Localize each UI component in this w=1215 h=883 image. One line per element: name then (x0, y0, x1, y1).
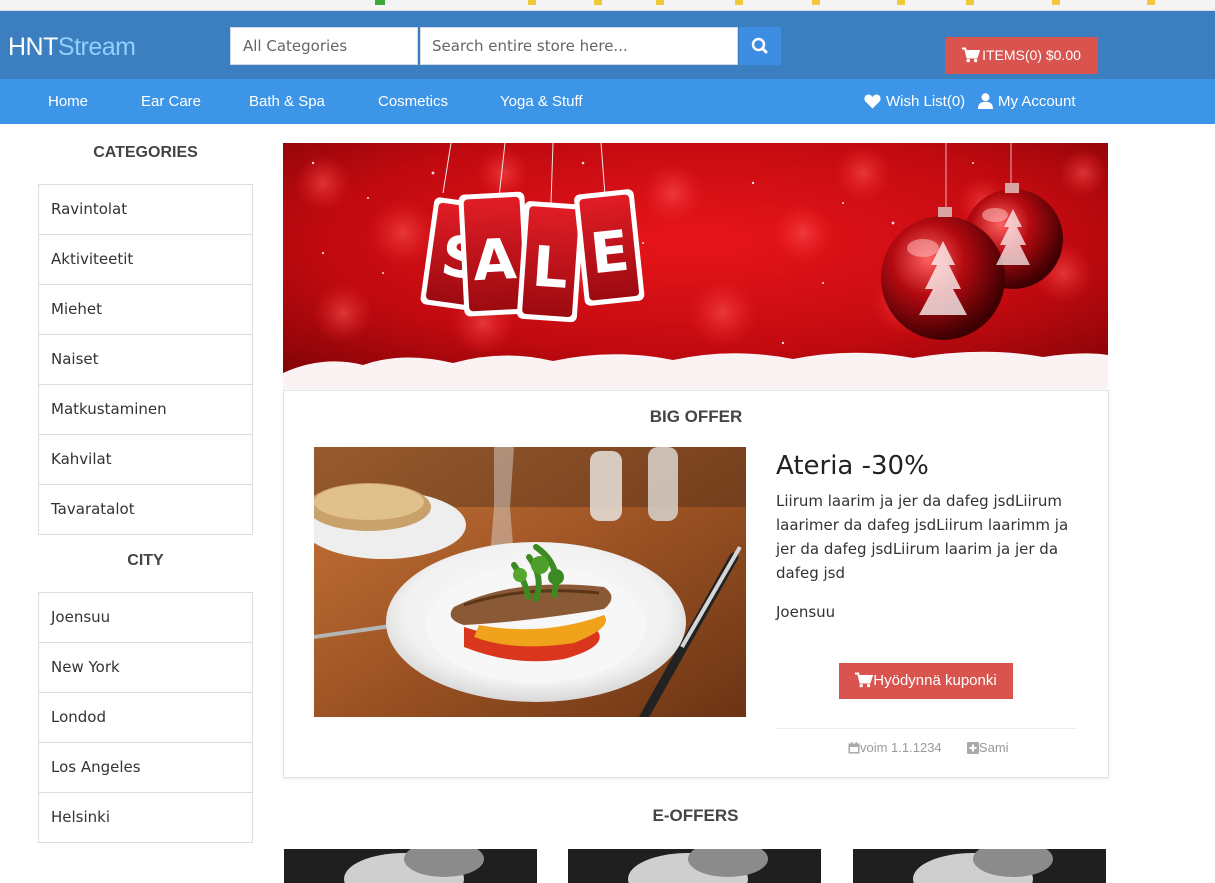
wishlist-link[interactable]: Wish List(0) (864, 79, 965, 124)
city-item[interactable]: Joensuu (39, 593, 252, 642)
sale-banner-image: S A L E (283, 143, 1108, 389)
offer-image[interactable] (314, 447, 746, 717)
calendar-icon (848, 742, 860, 754)
my-account-label: My Account (998, 93, 1076, 110)
sale-letter: E (587, 219, 632, 288)
search-input[interactable]: Search entire store here... (420, 27, 738, 65)
offer-description: Liirum laarim ja jer da dafeg jsdLiirum … (776, 492, 1069, 582)
category-item[interactable]: Matkustaminen (39, 384, 252, 434)
category-item[interactable]: Naiset (39, 334, 252, 384)
plus-square-icon (966, 742, 979, 754)
browser-bookmarks-strip (0, 0, 1215, 11)
wishlist-label: Wish List(0) (886, 93, 966, 110)
cart-button[interactable]: ITEMS(0) $0.00 (945, 37, 1098, 74)
logo-part2: Stream (57, 33, 136, 61)
nav-ear-care[interactable]: Ear Care (141, 79, 201, 124)
logo-part1: HNT (8, 33, 58, 61)
search-button[interactable] (739, 27, 781, 65)
category-select[interactable]: All Categories (230, 27, 418, 65)
category-item[interactable]: Ravintolat (39, 185, 252, 234)
e-offer-image (568, 849, 821, 883)
sale-letter: L (530, 234, 570, 301)
user-icon (978, 93, 993, 109)
e-offer-card[interactable] (853, 849, 1106, 883)
big-offer-heading: BIG OFFER (649, 407, 743, 426)
e-offer-image (853, 849, 1106, 883)
city-item[interactable]: New York (39, 642, 252, 692)
e-offer-image (284, 849, 537, 883)
nav-cosmetics[interactable]: Cosmetics (378, 79, 448, 124)
category-item[interactable]: Tavaratalot (39, 484, 252, 534)
sale-banner[interactable]: S A L E (283, 143, 1108, 389)
e-offer-card[interactable] (284, 849, 537, 883)
nav-bath-spa[interactable]: Bath & Spa (249, 79, 325, 124)
categories-heading: CATEGORIES (93, 144, 198, 161)
offer-valid: voim 1.1.1234 (860, 740, 942, 755)
sale-letter: A (471, 227, 518, 294)
search-icon (751, 37, 768, 54)
offer-divider (776, 728, 1076, 729)
nav-home[interactable]: Home (48, 79, 88, 124)
offer-name[interactable]: Ateria -30% (776, 451, 929, 481)
sidebar: CATEGORIES Ravintolat Aktiviteetit Miehe… (38, 123, 253, 843)
cart-label: ITEMS(0) $0.00 (982, 47, 1081, 63)
offer-meta: voim 1.1.1234 Sami (848, 740, 1009, 755)
main-nav: Home Ear Care Bath & Spa Cosmetics Yoga … (0, 79, 1215, 124)
site-header: HNTStream All Categories Search entire s… (0, 11, 1215, 79)
e-offers-heading: E-OFFERS (652, 806, 739, 825)
nav-yoga-stuff[interactable]: Yoga & Stuff (500, 79, 583, 124)
cart-icon (855, 672, 874, 688)
big-offer-card: BIG OFFER Ateria -30% Liirum laarim ja j… (283, 390, 1109, 778)
offer-author: Sami (978, 740, 1009, 755)
e-offer-card[interactable] (568, 849, 821, 883)
food-plate-image (314, 447, 746, 717)
use-coupon-button[interactable]: Hyödynnä kuponki (839, 663, 1013, 699)
city-item[interactable]: Londod (39, 692, 252, 742)
city-item[interactable]: Helsinki (39, 792, 252, 842)
offer-city: Joensuu (776, 603, 836, 621)
city-heading: CITY (127, 552, 164, 569)
site-logo[interactable]: HNTStream (8, 33, 136, 62)
category-item[interactable]: Aktiviteetit (39, 234, 252, 284)
city-list: Joensuu New York Londod Los Angeles Hels… (38, 592, 253, 843)
heart-icon (864, 94, 881, 109)
cart-icon (962, 47, 981, 63)
use-coupon-label: Hyödynnä kuponki (873, 672, 997, 689)
my-account-link[interactable]: My Account (978, 79, 1076, 124)
category-item[interactable]: Miehet (39, 284, 252, 334)
categories-list: Ravintolat Aktiviteetit Miehet Naiset Ma… (38, 184, 253, 535)
category-item[interactable]: Kahvilat (39, 434, 252, 484)
city-item[interactable]: Los Angeles (39, 742, 252, 792)
